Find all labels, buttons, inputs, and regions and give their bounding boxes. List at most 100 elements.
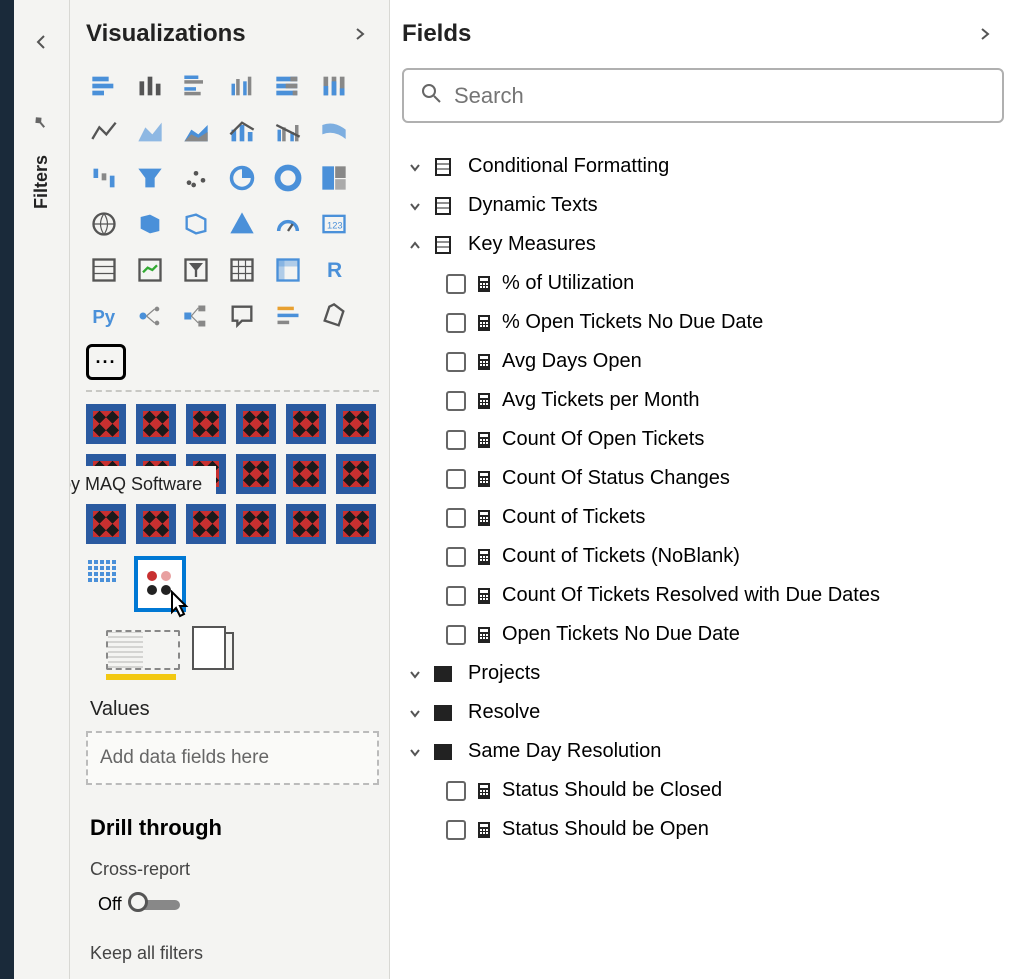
field-row[interactable]: Avg Days Open xyxy=(402,342,1004,381)
custom-visual-icon[interactable] xyxy=(336,454,376,494)
cross-report-toggle[interactable]: Off xyxy=(98,894,379,915)
paginated-report-icon[interactable] xyxy=(316,298,352,334)
area-chart-icon[interactable] xyxy=(132,114,168,150)
key-influencers-icon[interactable] xyxy=(132,298,168,334)
line-chart-icon[interactable] xyxy=(86,114,122,150)
field-checkbox[interactable] xyxy=(446,625,466,645)
table-row[interactable]: Dynamic Texts xyxy=(402,186,1004,225)
multi-row-card-icon[interactable] xyxy=(86,252,122,288)
field-checkbox[interactable] xyxy=(446,820,466,840)
stacked-area-icon[interactable] xyxy=(178,114,214,150)
field-row[interactable]: Avg Tickets per Month xyxy=(402,381,1004,420)
field-checkbox[interactable] xyxy=(446,313,466,333)
custom-visual-icon[interactable] xyxy=(86,404,126,444)
smart-narrative-icon[interactable] xyxy=(270,298,306,334)
field-checkbox[interactable] xyxy=(446,508,466,528)
custom-visual-icon[interactable] xyxy=(186,504,226,544)
heatmap-visual-icon[interactable] xyxy=(86,556,122,592)
search-icon xyxy=(420,82,442,109)
custom-visual-icon[interactable] xyxy=(136,504,176,544)
kpi-icon[interactable] xyxy=(132,252,168,288)
field-checkbox[interactable] xyxy=(446,781,466,801)
filled-map-icon[interactable] xyxy=(132,206,168,242)
table-row[interactable]: Same Day Resolution xyxy=(402,732,1004,771)
field-label: Count Of Status Changes xyxy=(502,467,730,490)
line-clustered-column-icon[interactable] xyxy=(270,114,306,150)
field-checkbox[interactable] xyxy=(446,274,466,294)
field-checkbox[interactable] xyxy=(446,430,466,450)
table-row[interactable]: Key Measures xyxy=(402,225,1004,264)
stacked-bar-icon[interactable] xyxy=(86,68,122,104)
dot-plot-visual-selected[interactable] xyxy=(134,556,186,612)
filters-pane: Filters xyxy=(14,0,70,979)
line-stacked-column-icon[interactable] xyxy=(224,114,260,150)
table-row[interactable]: Resolve xyxy=(402,693,1004,732)
python-visual-icon[interactable]: Py xyxy=(86,298,122,334)
field-row[interactable]: Count Of Open Tickets xyxy=(402,420,1004,459)
measure-icon xyxy=(476,625,492,645)
treemap-icon[interactable] xyxy=(316,160,352,196)
field-row[interactable]: Count Of Status Changes xyxy=(402,459,1004,498)
fields-well-tab[interactable] xyxy=(106,630,180,670)
donut-icon[interactable] xyxy=(270,160,306,196)
fields-search[interactable] xyxy=(402,68,1004,123)
field-checkbox[interactable] xyxy=(446,547,466,567)
custom-visual-icon[interactable] xyxy=(286,404,326,444)
fields-collapse-button[interactable] xyxy=(974,23,996,45)
clustered-bar-icon[interactable] xyxy=(178,68,214,104)
custom-visual-icon[interactable] xyxy=(236,504,276,544)
map-icon[interactable] xyxy=(86,206,122,242)
field-row[interactable]: % Open Tickets No Due Date xyxy=(402,303,1004,342)
filters-label[interactable]: Filters xyxy=(31,155,52,209)
waterfall-icon[interactable] xyxy=(86,160,122,196)
field-row[interactable]: Count Of Tickets Resolved with Due Dates xyxy=(402,576,1004,615)
more-visuals-button[interactable]: ··· xyxy=(86,344,126,380)
search-input[interactable] xyxy=(454,83,986,109)
field-row[interactable]: Open Tickets No Due Date xyxy=(402,615,1004,654)
ribbon-chart-icon[interactable] xyxy=(316,114,352,150)
measure-icon xyxy=(476,781,492,801)
field-row[interactable]: % of Utilization xyxy=(402,264,1004,303)
filters-collapse-button[interactable] xyxy=(30,30,54,54)
card-icon[interactable]: 123 xyxy=(316,206,352,242)
hundred-stacked-column-icon[interactable] xyxy=(316,68,352,104)
visualizations-pane: Visualizations 123 xyxy=(70,0,390,979)
stacked-column-icon[interactable] xyxy=(132,68,168,104)
table-icon[interactable] xyxy=(224,252,260,288)
gauge-icon[interactable] xyxy=(270,206,306,242)
table-row[interactable]: Conditional Formatting xyxy=(402,147,1004,186)
custom-visual-icon[interactable] xyxy=(236,454,276,494)
shape-map-icon[interactable] xyxy=(178,206,214,242)
field-row[interactable]: Status Should be Closed xyxy=(402,771,1004,810)
custom-visual-icon[interactable] xyxy=(336,404,376,444)
field-row[interactable]: Status Should be Open xyxy=(402,810,1004,849)
visualizations-collapse-button[interactable] xyxy=(349,23,371,45)
custom-visual-icon[interactable] xyxy=(336,504,376,544)
field-checkbox[interactable] xyxy=(446,469,466,489)
values-drop-zone[interactable]: Add data fields here xyxy=(86,731,379,785)
funnel-icon[interactable] xyxy=(132,160,168,196)
field-checkbox[interactable] xyxy=(446,352,466,372)
r-visual-icon[interactable]: R xyxy=(316,252,352,288)
custom-visual-icon[interactable] xyxy=(86,504,126,544)
custom-visual-icon[interactable] xyxy=(236,404,276,444)
format-tab[interactable] xyxy=(192,626,226,670)
qa-icon[interactable] xyxy=(224,298,260,334)
scatter-icon[interactable] xyxy=(178,160,214,196)
matrix-icon[interactable] xyxy=(270,252,306,288)
field-checkbox[interactable] xyxy=(446,391,466,411)
custom-visual-icon[interactable] xyxy=(136,404,176,444)
custom-visual-icon[interactable] xyxy=(186,404,226,444)
pie-icon[interactable] xyxy=(224,160,260,196)
azure-map-icon[interactable] xyxy=(224,206,260,242)
field-row[interactable]: Count of Tickets (NoBlank) xyxy=(402,537,1004,576)
custom-visual-icon[interactable] xyxy=(286,504,326,544)
field-checkbox[interactable] xyxy=(446,586,466,606)
slicer-icon[interactable] xyxy=(178,252,214,288)
decomposition-tree-icon[interactable] xyxy=(178,298,214,334)
table-row[interactable]: Projects xyxy=(402,654,1004,693)
field-row[interactable]: Count of Tickets xyxy=(402,498,1004,537)
clustered-column-icon[interactable] xyxy=(224,68,260,104)
hundred-stacked-bar-icon[interactable] xyxy=(270,68,306,104)
custom-visual-icon[interactable] xyxy=(286,454,326,494)
